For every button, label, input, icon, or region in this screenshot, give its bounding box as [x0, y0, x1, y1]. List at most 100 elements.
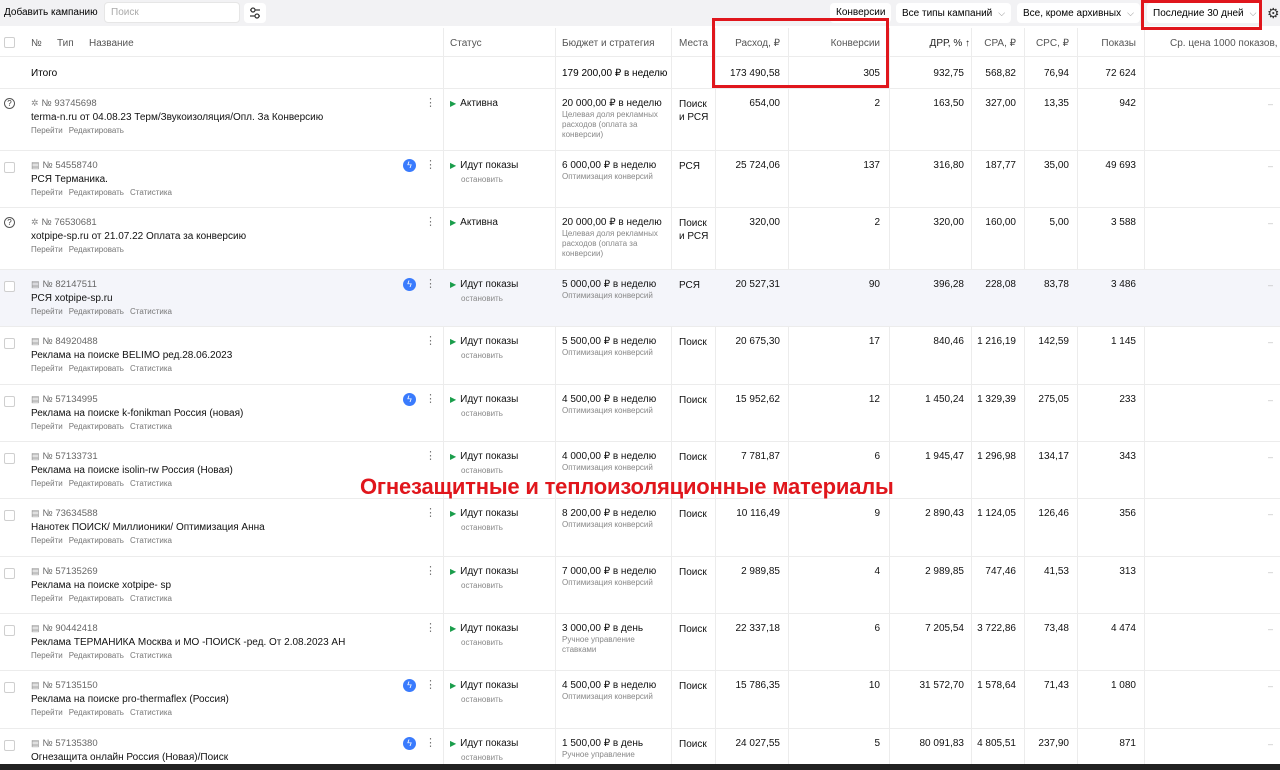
- stats-link[interactable]: Статистика: [130, 479, 172, 488]
- table-row[interactable]: ▤ № 90442418 Реклама ТЕРМАНИКА Москва и МО…: [0, 614, 1280, 671]
- edit-link[interactable]: Редактировать: [69, 364, 124, 373]
- lightning-icon[interactable]: ϟ: [403, 393, 416, 406]
- stats-link[interactable]: Статистика: [130, 422, 172, 431]
- stop-link[interactable]: остановить: [461, 581, 503, 590]
- more-menu-icon[interactable]: ⋮: [425, 279, 436, 290]
- campaign-name[interactable]: Реклама на поиске isolin-rw Россия (Нова…: [31, 465, 233, 476]
- go-link[interactable]: Перейти: [31, 536, 63, 545]
- campaign-name[interactable]: РСЯ Терманика.: [31, 174, 108, 185]
- stop-link[interactable]: остановить: [461, 409, 503, 418]
- go-link[interactable]: Перейти: [31, 479, 63, 488]
- row-checkbox[interactable]: [4, 396, 15, 407]
- row-checkbox[interactable]: [4, 338, 15, 349]
- lightning-icon[interactable]: ϟ: [403, 278, 416, 291]
- table-row[interactable]: ▤ № 54558740 РСЯ Терманика. Перейти Редактир…: [0, 151, 1280, 208]
- stats-link[interactable]: Статистика: [130, 594, 172, 603]
- stats-link[interactable]: Статистика: [130, 536, 172, 545]
- budget[interactable]: 4 500,00 ₽ в неделю: [562, 680, 656, 691]
- stop-link[interactable]: остановить: [461, 351, 503, 360]
- row-checkbox[interactable]: [4, 162, 15, 173]
- row-checkbox[interactable]: [4, 568, 15, 579]
- more-menu-icon[interactable]: ⋮: [425, 217, 436, 228]
- col-conversions[interactable]: Конверсии: [790, 38, 880, 49]
- stats-link[interactable]: Статистика: [130, 188, 172, 197]
- filter-settings-button[interactable]: [244, 3, 266, 23]
- budget[interactable]: 20 000,00 ₽ в неделю: [562, 98, 662, 109]
- go-link[interactable]: Перейти: [31, 245, 63, 254]
- stop-link[interactable]: остановить: [461, 753, 503, 762]
- search-input[interactable]: Поиск: [104, 2, 240, 23]
- more-menu-icon[interactable]: ⋮: [425, 394, 436, 405]
- edit-link[interactable]: Редактировать: [69, 307, 124, 316]
- budget[interactable]: 20 000,00 ₽ в неделю: [562, 217, 662, 228]
- more-menu-icon[interactable]: ⋮: [425, 160, 436, 171]
- campaign-name[interactable]: Реклама ТЕРМАНИКА Москва и МО -ПОИСК -ре…: [31, 637, 345, 648]
- campaign-types-select[interactable]: Все типы кампаний ⌵: [896, 3, 1012, 23]
- lightning-icon[interactable]: ϟ: [403, 737, 416, 750]
- stop-link[interactable]: остановить: [461, 523, 503, 532]
- budget[interactable]: 5 500,00 ₽ в неделю: [562, 336, 656, 347]
- stop-link[interactable]: остановить: [461, 695, 503, 704]
- go-link[interactable]: Перейти: [31, 708, 63, 717]
- col-spend[interactable]: Расход, ₽: [716, 38, 780, 49]
- stats-link[interactable]: Статистика: [130, 651, 172, 660]
- edit-link[interactable]: Редактировать: [69, 245, 124, 254]
- budget[interactable]: 1 500,00 ₽ в день: [562, 738, 643, 749]
- stats-link[interactable]: Статистика: [130, 307, 172, 316]
- select-all-checkbox[interactable]: [4, 37, 15, 48]
- more-menu-icon[interactable]: ⋮: [425, 451, 436, 462]
- go-link[interactable]: Перейти: [31, 422, 63, 431]
- col-type[interactable]: Тип: [57, 38, 74, 49]
- info-icon[interactable]: ?: [4, 98, 15, 109]
- budget[interactable]: 8 200,00 ₽ в неделю: [562, 508, 656, 519]
- go-link[interactable]: Перейти: [31, 126, 63, 135]
- budget[interactable]: 3 000,00 ₽ в день: [562, 623, 643, 634]
- campaign-name[interactable]: Реклама на поиске xotpipe- sp: [31, 580, 171, 591]
- more-menu-icon[interactable]: ⋮: [425, 623, 436, 634]
- table-row[interactable]: ▤ № 57135150 Реклама на поиске pro-thermaf…: [0, 671, 1280, 729]
- lightning-icon[interactable]: ϟ: [403, 679, 416, 692]
- campaign-name[interactable]: Огнезащита онлайн Россия (Новая)/Поиск: [31, 752, 228, 763]
- row-checkbox[interactable]: [4, 453, 15, 464]
- add-campaign-button[interactable]: Добавить кампанию: [0, 3, 102, 23]
- col-cpm[interactable]: Ср. цена 1000 показов, ₽: [1170, 38, 1280, 49]
- go-link[interactable]: Перейти: [31, 594, 63, 603]
- more-menu-icon[interactable]: ⋮: [425, 508, 436, 519]
- go-link[interactable]: Перейти: [31, 651, 63, 660]
- more-menu-icon[interactable]: ⋮: [425, 336, 436, 347]
- col-name[interactable]: Название: [89, 38, 134, 49]
- more-menu-icon[interactable]: ⋮: [425, 680, 436, 691]
- budget[interactable]: 7 000,00 ₽ в неделю: [562, 566, 656, 577]
- col-places[interactable]: Места: [679, 38, 708, 49]
- edit-link[interactable]: Редактировать: [69, 422, 124, 431]
- edit-link[interactable]: Редактировать: [69, 126, 124, 135]
- edit-link[interactable]: Редактировать: [69, 708, 124, 717]
- table-row[interactable]: ? ✲ № 76530681 xotpipe-sp.ru от 21.07.22 Оп…: [0, 208, 1280, 270]
- budget[interactable]: 4 000,00 ₽ в неделю: [562, 451, 656, 462]
- col-drr[interactable]: ДРР, % ↑: [892, 38, 970, 49]
- gear-icon[interactable]: ⚙: [1267, 4, 1280, 22]
- campaign-name[interactable]: Нанотек ПОИСК/ Миллионики/ Оптимизация А…: [31, 522, 265, 533]
- row-checkbox[interactable]: [4, 510, 15, 521]
- row-checkbox[interactable]: [4, 281, 15, 292]
- go-link[interactable]: Перейти: [31, 364, 63, 373]
- more-menu-icon[interactable]: ⋮: [425, 566, 436, 577]
- stats-link[interactable]: Статистика: [130, 364, 172, 373]
- campaign-name[interactable]: Реклама на поиске k-fonikman Россия (нов…: [31, 408, 243, 419]
- row-checkbox[interactable]: [4, 682, 15, 693]
- edit-link[interactable]: Редактировать: [69, 651, 124, 660]
- budget[interactable]: 5 000,00 ₽ в неделю: [562, 279, 656, 290]
- table-row[interactable]: ? ✲ № 93745698 terma-n.ru от 04.08.23 Терм/…: [0, 89, 1280, 151]
- stop-link[interactable]: остановить: [461, 175, 503, 184]
- stop-link[interactable]: остановить: [461, 294, 503, 303]
- col-budget[interactable]: Бюджет и стратегия: [562, 38, 654, 49]
- budget[interactable]: 6 000,00 ₽ в неделю: [562, 160, 656, 171]
- col-cpc[interactable]: CPC, ₽: [1026, 38, 1069, 49]
- col-cpa[interactable]: CPA, ₽: [973, 38, 1016, 49]
- col-impressions[interactable]: Показы: [1079, 38, 1136, 49]
- row-checkbox[interactable]: [4, 740, 15, 751]
- info-icon[interactable]: ?: [4, 217, 15, 228]
- stop-link[interactable]: остановить: [461, 638, 503, 647]
- campaign-name[interactable]: РСЯ xotpipe-sp.ru: [31, 293, 113, 304]
- table-row[interactable]: ▤ № 73634588 Нанотек ПОИСК/ Миллионики/ Оп…: [0, 499, 1280, 557]
